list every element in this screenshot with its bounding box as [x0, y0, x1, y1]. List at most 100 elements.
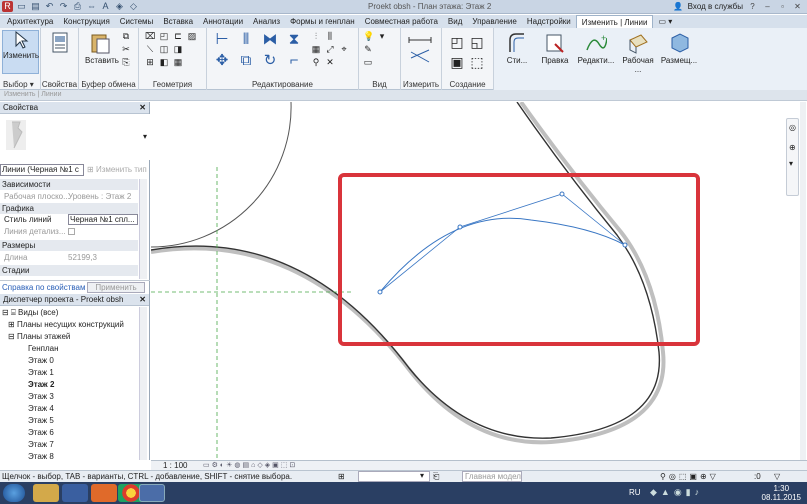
- rotate-icon[interactable]: ↻: [261, 52, 279, 70]
- spline-control-polygon[interactable]: [379, 193, 626, 293]
- demolish-icon[interactable]: ◫: [159, 45, 169, 54]
- explorer-icon[interactable]: [33, 484, 59, 502]
- create-assembly-icon[interactable]: ◰: [448, 34, 466, 50]
- tree-item-site[interactable]: Генплан: [28, 343, 168, 355]
- apply-button[interactable]: Применить: [87, 282, 145, 293]
- scale-icon[interactable]: ⤢: [325, 45, 335, 54]
- paint-icon[interactable]: ▨: [187, 32, 197, 41]
- tree-item-floor-1[interactable]: Этаж 1: [28, 367, 168, 379]
- minimize-icon[interactable]: –: [762, 1, 773, 12]
- modify-button[interactable]: Изменить: [2, 30, 39, 74]
- close-icon[interactable]: ✕: [139, 102, 146, 114]
- plan-drawing[interactable]: [150, 100, 807, 460]
- player-icon[interactable]: [91, 484, 117, 502]
- type-preview-scroll-icon[interactable]: ▾: [143, 132, 147, 141]
- tree-item-floor-3[interactable]: Этаж 3: [28, 391, 168, 403]
- redo-icon[interactable]: ↷: [58, 1, 69, 12]
- selected-spline[interactable]: [379, 217, 626, 293]
- copy-element-icon[interactable]: ⧉: [237, 52, 255, 70]
- create-similar-icon[interactable]: ⬚: [468, 54, 486, 70]
- browser-scrollbar[interactable]: [139, 307, 147, 460]
- view-scale[interactable]: 1 : 100: [163, 461, 187, 470]
- workset-dropdown-icon[interactable]: ▾: [420, 471, 424, 480]
- cut-icon[interactable]: ✂: [121, 45, 131, 54]
- tab-insert[interactable]: Вставка: [158, 15, 198, 28]
- tab-annotate[interactable]: Аннотации: [198, 15, 248, 28]
- help-icon[interactable]: ?: [747, 1, 758, 12]
- split-face-icon[interactable]: ⟍: [145, 45, 155, 54]
- view-dropdown-icon[interactable]: ▾: [377, 32, 387, 41]
- tree-item-floor-2[interactable]: Этаж 2: [28, 379, 168, 391]
- create-parts-icon[interactable]: ◱: [468, 34, 486, 50]
- selection-filter-icons[interactable]: ⚲◎⬚▣⊕▽: [660, 472, 719, 481]
- split-gap-icon[interactable]: ⫼: [325, 32, 335, 41]
- properties-scrollbar[interactable]: [139, 179, 147, 279]
- tab-analyze[interactable]: Анализ: [248, 15, 285, 28]
- canvas-scrollbar[interactable]: [800, 102, 806, 460]
- mirror-draw-icon[interactable]: ⧗: [285, 31, 303, 49]
- array-icon[interactable]: ▦: [311, 45, 321, 54]
- tab-manage[interactable]: Управление: [467, 15, 521, 28]
- beam-join-icon[interactable]: ⊞: [145, 58, 155, 67]
- offset-icon[interactable]: ⫴: [237, 31, 255, 49]
- switch-join-icon[interactable]: ◧: [159, 58, 169, 67]
- redit-button[interactable]: + Редакти...: [576, 32, 616, 65]
- delete-icon[interactable]: ✕: [325, 58, 335, 67]
- section-dimensions[interactable]: Размеры: [0, 240, 138, 251]
- section-icon[interactable]: ◇: [128, 1, 139, 12]
- design-options-icon[interactable]: ⎗: [433, 472, 439, 482]
- tree-item-floor-8[interactable]: Этаж 8: [28, 451, 168, 463]
- app-menu-icon[interactable]: R: [2, 1, 13, 12]
- save-icon[interactable]: ▤: [30, 1, 41, 12]
- coping-icon[interactable]: ▦: [173, 58, 183, 67]
- tree-item-floor-5[interactable]: Этаж 5: [28, 415, 168, 427]
- tree-item-floor-6[interactable]: Этаж 6: [28, 427, 168, 439]
- section-graphics[interactable]: Графика: [0, 203, 138, 214]
- tree-item-floor-4[interactable]: Этаж 4: [28, 403, 168, 415]
- cut-geometry-icon[interactable]: ◰: [159, 32, 169, 41]
- align-icon[interactable]: ⊢: [213, 31, 231, 49]
- wall-join-icon[interactable]: ⊏: [173, 32, 183, 41]
- work-plane-button[interactable]: Рабочая ...: [618, 32, 658, 74]
- tab-addins[interactable]: Надстройки: [522, 15, 576, 28]
- undo-icon[interactable]: ↶: [44, 1, 55, 12]
- worksets-icon[interactable]: ⊞: [338, 472, 345, 481]
- print-icon[interactable]: ⎙: [72, 1, 83, 12]
- line-style-button[interactable]: Сти...: [500, 32, 534, 65]
- paste-button[interactable]: Вставить: [85, 32, 119, 65]
- open-icon[interactable]: ▭: [16, 1, 27, 12]
- match-type-icon[interactable]: ⎘: [121, 58, 131, 67]
- sign-in-link[interactable]: Вход в службы: [688, 2, 743, 11]
- create-group-icon[interactable]: ▣: [448, 54, 466, 70]
- split-icon[interactable]: ⫶: [311, 32, 321, 41]
- filter-icon[interactable]: ▽: [774, 472, 780, 481]
- close-icon[interactable]: ✕: [139, 294, 146, 306]
- join-icon[interactable]: ⌧: [145, 32, 155, 41]
- clock[interactable]: 1:30 08.11.2015: [762, 484, 801, 502]
- tab-structure[interactable]: Конструкция: [58, 15, 114, 28]
- wall-line-dark[interactable]: [150, 101, 661, 439]
- close-icon[interactable]: ✕: [792, 1, 803, 12]
- view-control-icons[interactable]: ▭⚙◐☀◍▤⌂◇◈▣⬚⊡: [203, 461, 297, 470]
- design-option-field[interactable]: Главная модел: [462, 471, 522, 482]
- linework-icon[interactable]: ▭: [363, 58, 373, 67]
- tree-item-floor-plans[interactable]: ⊟ Планы этажей: [8, 331, 148, 343]
- line-style-field[interactable]: Черная №1 спл...: [68, 214, 138, 225]
- edit-button[interactable]: Правка: [538, 32, 572, 65]
- select-panel-label[interactable]: Выбор ▾: [0, 80, 40, 89]
- text-icon[interactable]: A: [100, 1, 111, 12]
- override-icon[interactable]: ✎: [363, 45, 373, 54]
- wall-outline-light[interactable]: [150, 100, 666, 445]
- pin-icon[interactable]: ⚲: [311, 58, 321, 67]
- edit-type-button[interactable]: ⊞ Изменить тип: [87, 165, 147, 174]
- 3d-view-icon[interactable]: ◈: [114, 1, 125, 12]
- start-button[interactable]: [3, 484, 25, 502]
- steering-wheel-icon[interactable]: ◎: [789, 123, 796, 132]
- tab-systems[interactable]: Системы: [115, 15, 159, 28]
- tray-icons[interactable]: ◆▲◉▮♪: [650, 487, 703, 498]
- drawing-canvas[interactable]: ◎ ⊕ ▾: [150, 100, 807, 460]
- circle-arc[interactable]: [150, 101, 292, 248]
- unpin-icon[interactable]: ⌖: [339, 45, 349, 54]
- tree-item-floor-7[interactable]: Этаж 7: [28, 439, 168, 451]
- section-constraints[interactable]: Зависимости: [0, 179, 138, 190]
